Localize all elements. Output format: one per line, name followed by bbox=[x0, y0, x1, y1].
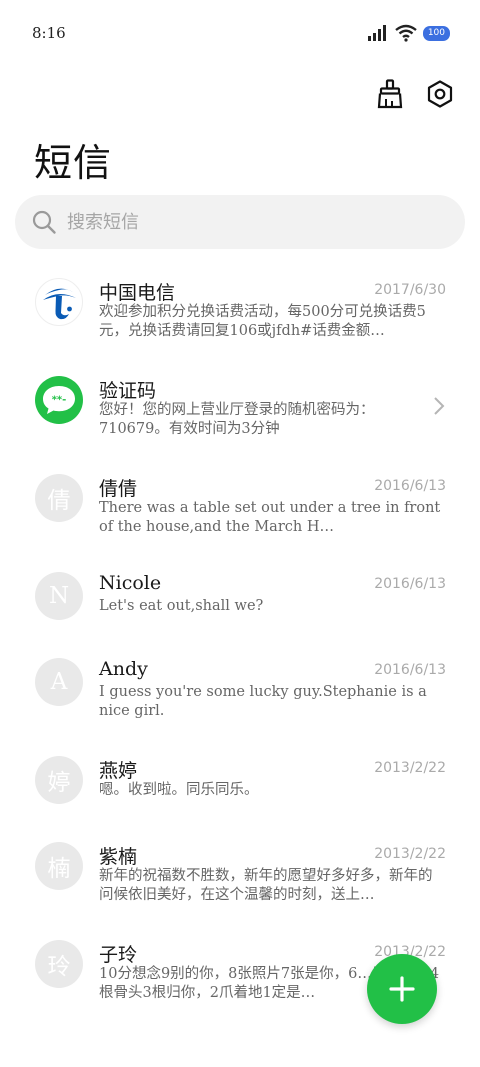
verification-chat-icon: **- bbox=[35, 376, 83, 424]
settings-button[interactable] bbox=[424, 78, 456, 110]
clean-button[interactable] bbox=[374, 78, 406, 110]
message-date: 2016/6/13 bbox=[374, 662, 446, 678]
avatar: 楠 bbox=[35, 842, 83, 890]
message-preview: I guess you're some lucky guy.Stephanie … bbox=[99, 684, 427, 719]
message-date: 2016/6/13 bbox=[374, 478, 446, 494]
message-item[interactable]: 中国电信 2017/6/30 欢迎参加积分兑换话费活动，每500分可兑换话费5元… bbox=[0, 270, 480, 360]
message-date: 2016/6/13 bbox=[374, 576, 446, 592]
page-title: 短信 bbox=[34, 141, 113, 185]
message-preview: 嗯。收到啦。同乐同乐。 bbox=[99, 782, 259, 798]
avatar: A bbox=[35, 658, 83, 706]
sender-name: Nicole bbox=[99, 572, 162, 594]
message-date: 2017/6/30 bbox=[374, 282, 446, 298]
sender-name: 燕婷 bbox=[99, 760, 138, 782]
new-message-button[interactable] bbox=[367, 954, 437, 1024]
message-item[interactable]: **- 验证码 您好！您的网上营业厅登录的随机密码为：710679。有效时间为3… bbox=[0, 368, 480, 458]
message-date: 2013/2/22 bbox=[374, 760, 446, 776]
avatar: 倩 bbox=[35, 474, 83, 522]
sender-name: 中国电信 bbox=[99, 282, 176, 304]
avatar: N bbox=[35, 572, 83, 620]
message-item[interactable]: 婷 燕婷 2013/2/22 嗯。收到啦。同乐同乐。 bbox=[0, 748, 480, 838]
status-bar: 8:16 100 bbox=[0, 0, 480, 66]
message-preview: There was a table set out under a tree i… bbox=[99, 500, 441, 535]
avatar: 婷 bbox=[35, 756, 83, 804]
sender-name: 倩倩 bbox=[99, 478, 138, 500]
wifi-icon bbox=[395, 24, 417, 42]
gear-icon bbox=[427, 80, 453, 108]
message-item[interactable]: A Andy 2016/6/13 I guess you're some luc… bbox=[0, 650, 480, 740]
avatar: 玲 bbox=[35, 940, 83, 988]
message-preview: 您好！您的网上营业厅登录的随机密码为：710679。有效时间为3分钟 bbox=[99, 402, 375, 437]
svg-text:**-: **- bbox=[52, 395, 67, 406]
message-item[interactable]: 楠 紫楠 2013/2/22 新年的祝福数不胜数，新年的愿望好多好多，新年的问候… bbox=[0, 834, 480, 924]
sender-name: 紫楠 bbox=[99, 846, 138, 868]
message-preview: 新年的祝福数不胜数，新年的愿望好多好多，新年的问候依旧美好，在这个温馨的时刻，送… bbox=[99, 868, 433, 903]
chevron-right-icon bbox=[434, 397, 445, 415]
toolbar bbox=[374, 78, 456, 110]
search-icon bbox=[32, 210, 56, 234]
china-telecom-logo-icon bbox=[35, 278, 83, 326]
search-input[interactable] bbox=[67, 211, 427, 233]
sender-name: 验证码 bbox=[99, 380, 157, 402]
status-icons: 100 bbox=[367, 24, 450, 42]
signal-icon bbox=[367, 25, 386, 41]
sender-name: 子玲 bbox=[99, 944, 138, 966]
message-preview: Let's eat out,shall we? bbox=[99, 598, 264, 614]
plus-icon bbox=[389, 976, 415, 1002]
message-preview: 欢迎参加积分兑换话费活动，每500分可兑换话费5元，兑换话费请回复106或jfd… bbox=[99, 304, 426, 339]
sender-name: Andy bbox=[99, 658, 148, 680]
message-date: 2013/2/22 bbox=[374, 846, 446, 862]
message-item[interactable]: 倩 倩倩 2016/6/13 There was a table set out… bbox=[0, 466, 480, 556]
message-item[interactable]: N Nicole 2016/6/13 Let's eat out,shall w… bbox=[0, 564, 480, 654]
search-bar[interactable] bbox=[15, 195, 465, 249]
broom-icon bbox=[377, 79, 403, 109]
battery-badge: 100 bbox=[422, 25, 450, 41]
status-time: 8:16 bbox=[32, 24, 66, 42]
